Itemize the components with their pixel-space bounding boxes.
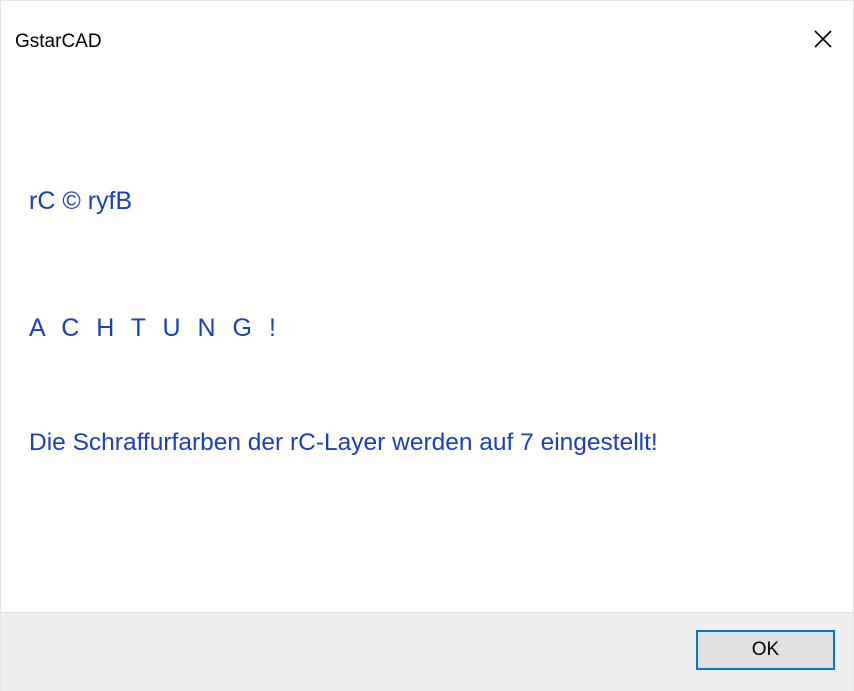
window-title: GstarCAD: [15, 31, 102, 52]
message-warning-heading: A C H T U N G !: [29, 314, 281, 342]
message-dialog: GstarCAD rC © ryfB A C H T U N G ! Die S…: [0, 0, 854, 691]
message-line-1: rC © ryfB: [29, 187, 133, 215]
ok-button[interactable]: OK: [696, 630, 835, 670]
button-bar: OK: [1, 612, 853, 691]
close-button[interactable]: [793, 15, 853, 63]
message-line-3: Die Schraffurfarben der rC-Layer werden …: [29, 429, 658, 456]
message-area: rC © ryfB A C H T U N G ! Die Schraffurf…: [1, 77, 853, 611]
title-bar: GstarCAD: [1, 1, 853, 77]
close-icon: [813, 29, 833, 49]
